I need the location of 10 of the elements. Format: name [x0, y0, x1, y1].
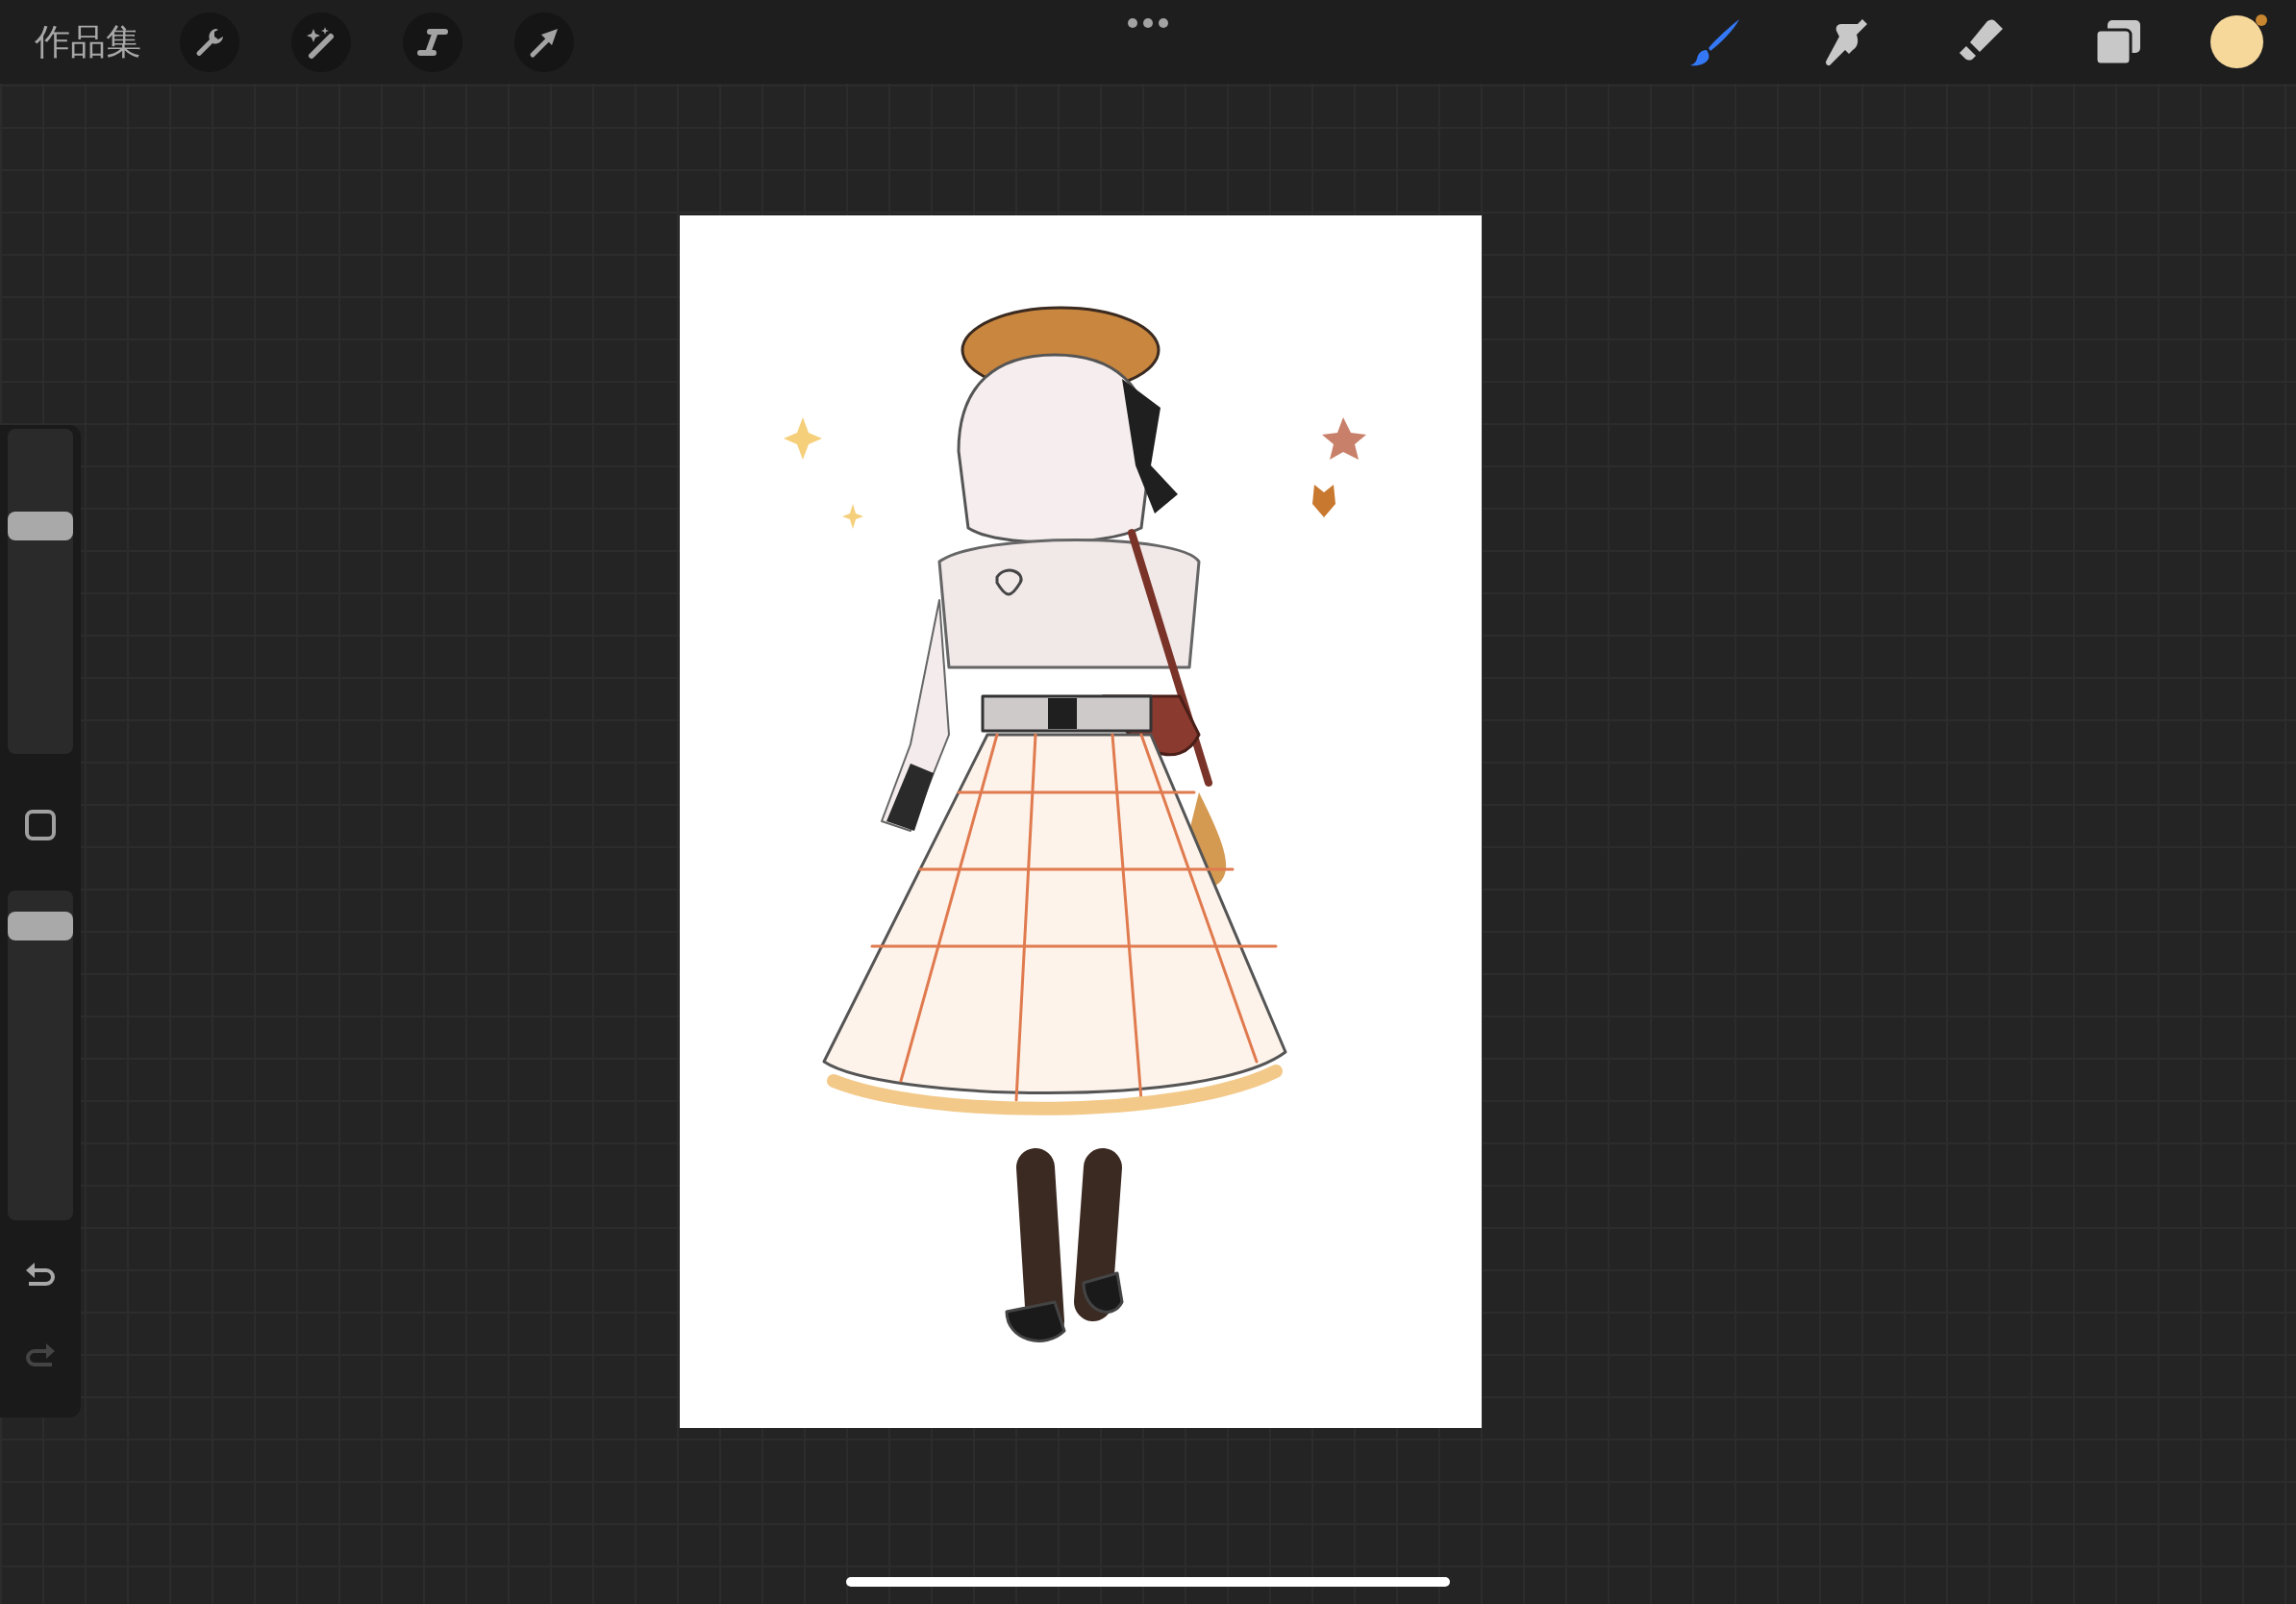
brush-size-slider[interactable]	[8, 429, 73, 754]
more-icon[interactable]	[1127, 17, 1169, 29]
slider-thumb[interactable]	[8, 512, 73, 541]
slider-thumb[interactable]	[8, 911, 73, 940]
layers-icon[interactable]	[2094, 17, 2142, 66]
gallery-link[interactable]: 作品集	[35, 17, 141, 66]
opacity-slider[interactable]	[8, 890, 73, 1220]
modify-button[interactable]	[25, 810, 56, 840]
drawing-canvas[interactable]	[680, 215, 1482, 1428]
color-history-dot	[2256, 14, 2267, 26]
